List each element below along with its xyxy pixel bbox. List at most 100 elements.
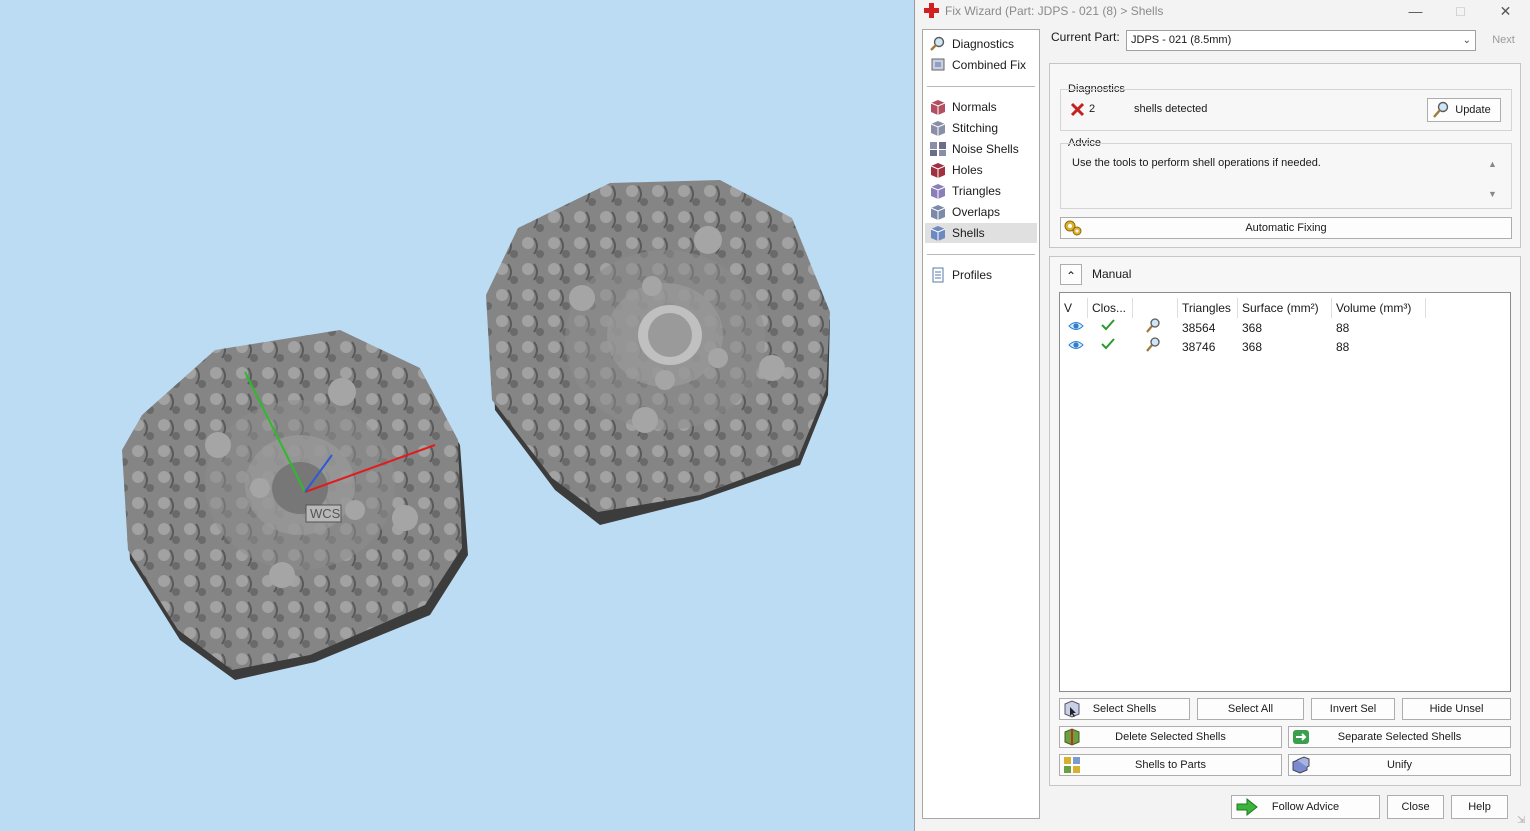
nav-label: Shells <box>952 226 985 240</box>
shell-table[interactable]: V Clos... Triangles Surface (mm²) Volume… <box>1059 292 1511 692</box>
separate-selected-label: Separate Selected Shells <box>1337 731 1462 743</box>
update-button-label: Update <box>1455 104 1491 116</box>
invert-sel-button[interactable]: Invert Sel <box>1311 698 1395 720</box>
shells-icon <box>929 225 947 241</box>
scroll-down-arrow-icon[interactable]: ▼ <box>1488 189 1497 199</box>
triangles-cell: 38564 <box>1182 321 1216 335</box>
wcs-label: WCS <box>310 506 341 521</box>
nav-item-combined-fix[interactable]: Combined Fix <box>925 55 1037 75</box>
error-x-icon <box>1070 102 1085 120</box>
title-bar[interactable]: Fix Wizard (Part: JDPS - 021 (8) > Shell… <box>915 0 1530 22</box>
resize-grip-icon[interactable]: ⇲ <box>1517 815 1525 826</box>
nav-item-overlaps[interactable]: Overlaps <box>925 202 1037 222</box>
nav-item-shells[interactable]: Shells <box>925 223 1037 243</box>
magnifier-icon <box>1432 101 1450 127</box>
surface-cell: 368 <box>1242 340 1263 354</box>
column-header-surface[interactable]: Surface (mm²) <box>1238 298 1332 318</box>
shells-to-parts-button[interactable]: Shells to Parts <box>1059 754 1282 776</box>
nav-label: Triangles <box>952 184 1001 198</box>
nav-label: Stitching <box>952 121 999 135</box>
diagnostics-message: shells detected <box>1134 103 1208 115</box>
nav-separator <box>927 254 1035 255</box>
current-part-select[interactable]: JDPS - 021 (8.5mm) ⌄ <box>1126 30 1476 51</box>
close-button[interactable]: Close <box>1387 795 1444 819</box>
nav-label: Profiles <box>952 268 993 282</box>
magnifier-icon <box>929 36 947 52</box>
nav-label: Holes <box>952 163 983 177</box>
nav-label: Overlaps <box>952 205 1001 219</box>
current-part-value: JDPS - 021 (8.5mm) <box>1131 34 1232 46</box>
unify-label: Unify <box>1386 759 1413 771</box>
separate-shells-icon <box>1291 728 1311 746</box>
green-arrow-icon <box>1236 797 1258 824</box>
column-header-volume[interactable]: Volume (mm³) <box>1332 298 1426 318</box>
maximize-button[interactable]: □ <box>1438 0 1483 22</box>
follow-advice-button[interactable]: Follow Advice <box>1231 795 1380 819</box>
viewport-canvas[interactable]: WCS <box>0 0 915 831</box>
check-icon <box>1100 337 1116 355</box>
noise-shells-icon <box>929 141 947 157</box>
nav-label: Diagnostics <box>952 37 1015 51</box>
eye-icon[interactable] <box>1068 338 1084 356</box>
app-cross-icon <box>924 3 939 18</box>
shells-to-parts-icon <box>1062 756 1082 774</box>
nav-item-noise-shells[interactable]: Noise Shells <box>925 139 1037 159</box>
check-icon <box>1100 318 1116 336</box>
mesh-part-2[interactable] <box>486 180 830 525</box>
shells-to-parts-label: Shells to Parts <box>1135 759 1206 771</box>
next-button[interactable]: Next <box>1485 30 1522 51</box>
nav-separator <box>927 86 1035 87</box>
shell-count: 2 <box>1089 103 1096 115</box>
profiles-icon <box>929 267 947 283</box>
current-part-label: Current Part: <box>1051 30 1120 44</box>
nav-label: Noise Shells <box>952 142 1019 156</box>
select-all-button[interactable]: Select All <box>1197 698 1304 720</box>
volume-cell: 88 <box>1336 340 1350 354</box>
nav-item-triangles[interactable]: Triangles <box>925 181 1037 201</box>
volume-cell: 88 <box>1336 321 1350 335</box>
collapse-manual-button[interactable]: ⌃ <box>1060 264 1082 285</box>
delete-shells-icon <box>1062 728 1082 746</box>
automatic-fixing-button[interactable]: Automatic Fixing <box>1060 217 1512 239</box>
eye-icon[interactable] <box>1068 319 1084 337</box>
column-header-visible[interactable]: V <box>1060 298 1088 318</box>
column-header-inspect[interactable] <box>1133 298 1178 318</box>
overlaps-icon <box>929 204 947 220</box>
help-button[interactable]: Help <box>1451 795 1508 819</box>
nav-item-stitching[interactable]: Stitching <box>925 118 1037 138</box>
hide-unsel-button[interactable]: Hide Unsel <box>1402 698 1511 720</box>
nav-item-diagnostics[interactable]: Diagnostics <box>925 34 1037 54</box>
manual-title: Manual <box>1092 267 1132 281</box>
window-title: Fix Wizard (Part: JDPS - 021 (8) > Shell… <box>945 4 1164 18</box>
delete-selected-label: Delete Selected Shells <box>1115 731 1226 743</box>
surface-cell: 368 <box>1242 321 1263 335</box>
unify-button[interactable]: Unify <box>1288 754 1511 776</box>
advice-groupbox <box>1060 143 1512 209</box>
select-shells-button[interactable]: Select Shells <box>1059 698 1190 720</box>
close-window-button[interactable]: ✕ <box>1483 0 1528 22</box>
mesh-part-1[interactable]: WCS <box>122 330 468 680</box>
column-header-triangles[interactable]: Triangles <box>1178 298 1238 318</box>
update-button[interactable]: Update <box>1427 98 1501 122</box>
nav-label: Combined Fix <box>952 58 1027 72</box>
inspect-magnifier-icon[interactable] <box>1144 337 1162 355</box>
minimize-button[interactable]: — <box>1393 0 1438 22</box>
separate-selected-shells-button[interactable]: Separate Selected Shells <box>1288 726 1511 748</box>
scroll-up-arrow-icon[interactable]: ▲ <box>1488 159 1497 169</box>
nav-item-holes[interactable]: Holes <box>925 160 1037 180</box>
normals-icon <box>929 99 947 115</box>
3d-viewport[interactable]: WCS <box>0 0 915 831</box>
nav-label: Normals <box>952 100 997 114</box>
delete-selected-shells-button[interactable]: Delete Selected Shells <box>1059 726 1282 748</box>
triangles-cell: 38746 <box>1182 340 1216 354</box>
triangles-icon <box>929 183 947 199</box>
combined-fix-icon <box>929 57 947 73</box>
holes-icon <box>929 162 947 178</box>
column-header-closed[interactable]: Clos... <box>1088 298 1133 318</box>
inspect-magnifier-icon[interactable] <box>1144 318 1162 336</box>
nav-item-normals[interactable]: Normals <box>925 97 1037 117</box>
unify-icon <box>1291 756 1311 774</box>
advice-text: Use the tools to perform shell operation… <box>1072 157 1321 169</box>
nav-item-profiles[interactable]: Profiles <box>925 265 1037 285</box>
gears-icon <box>1063 219 1083 237</box>
